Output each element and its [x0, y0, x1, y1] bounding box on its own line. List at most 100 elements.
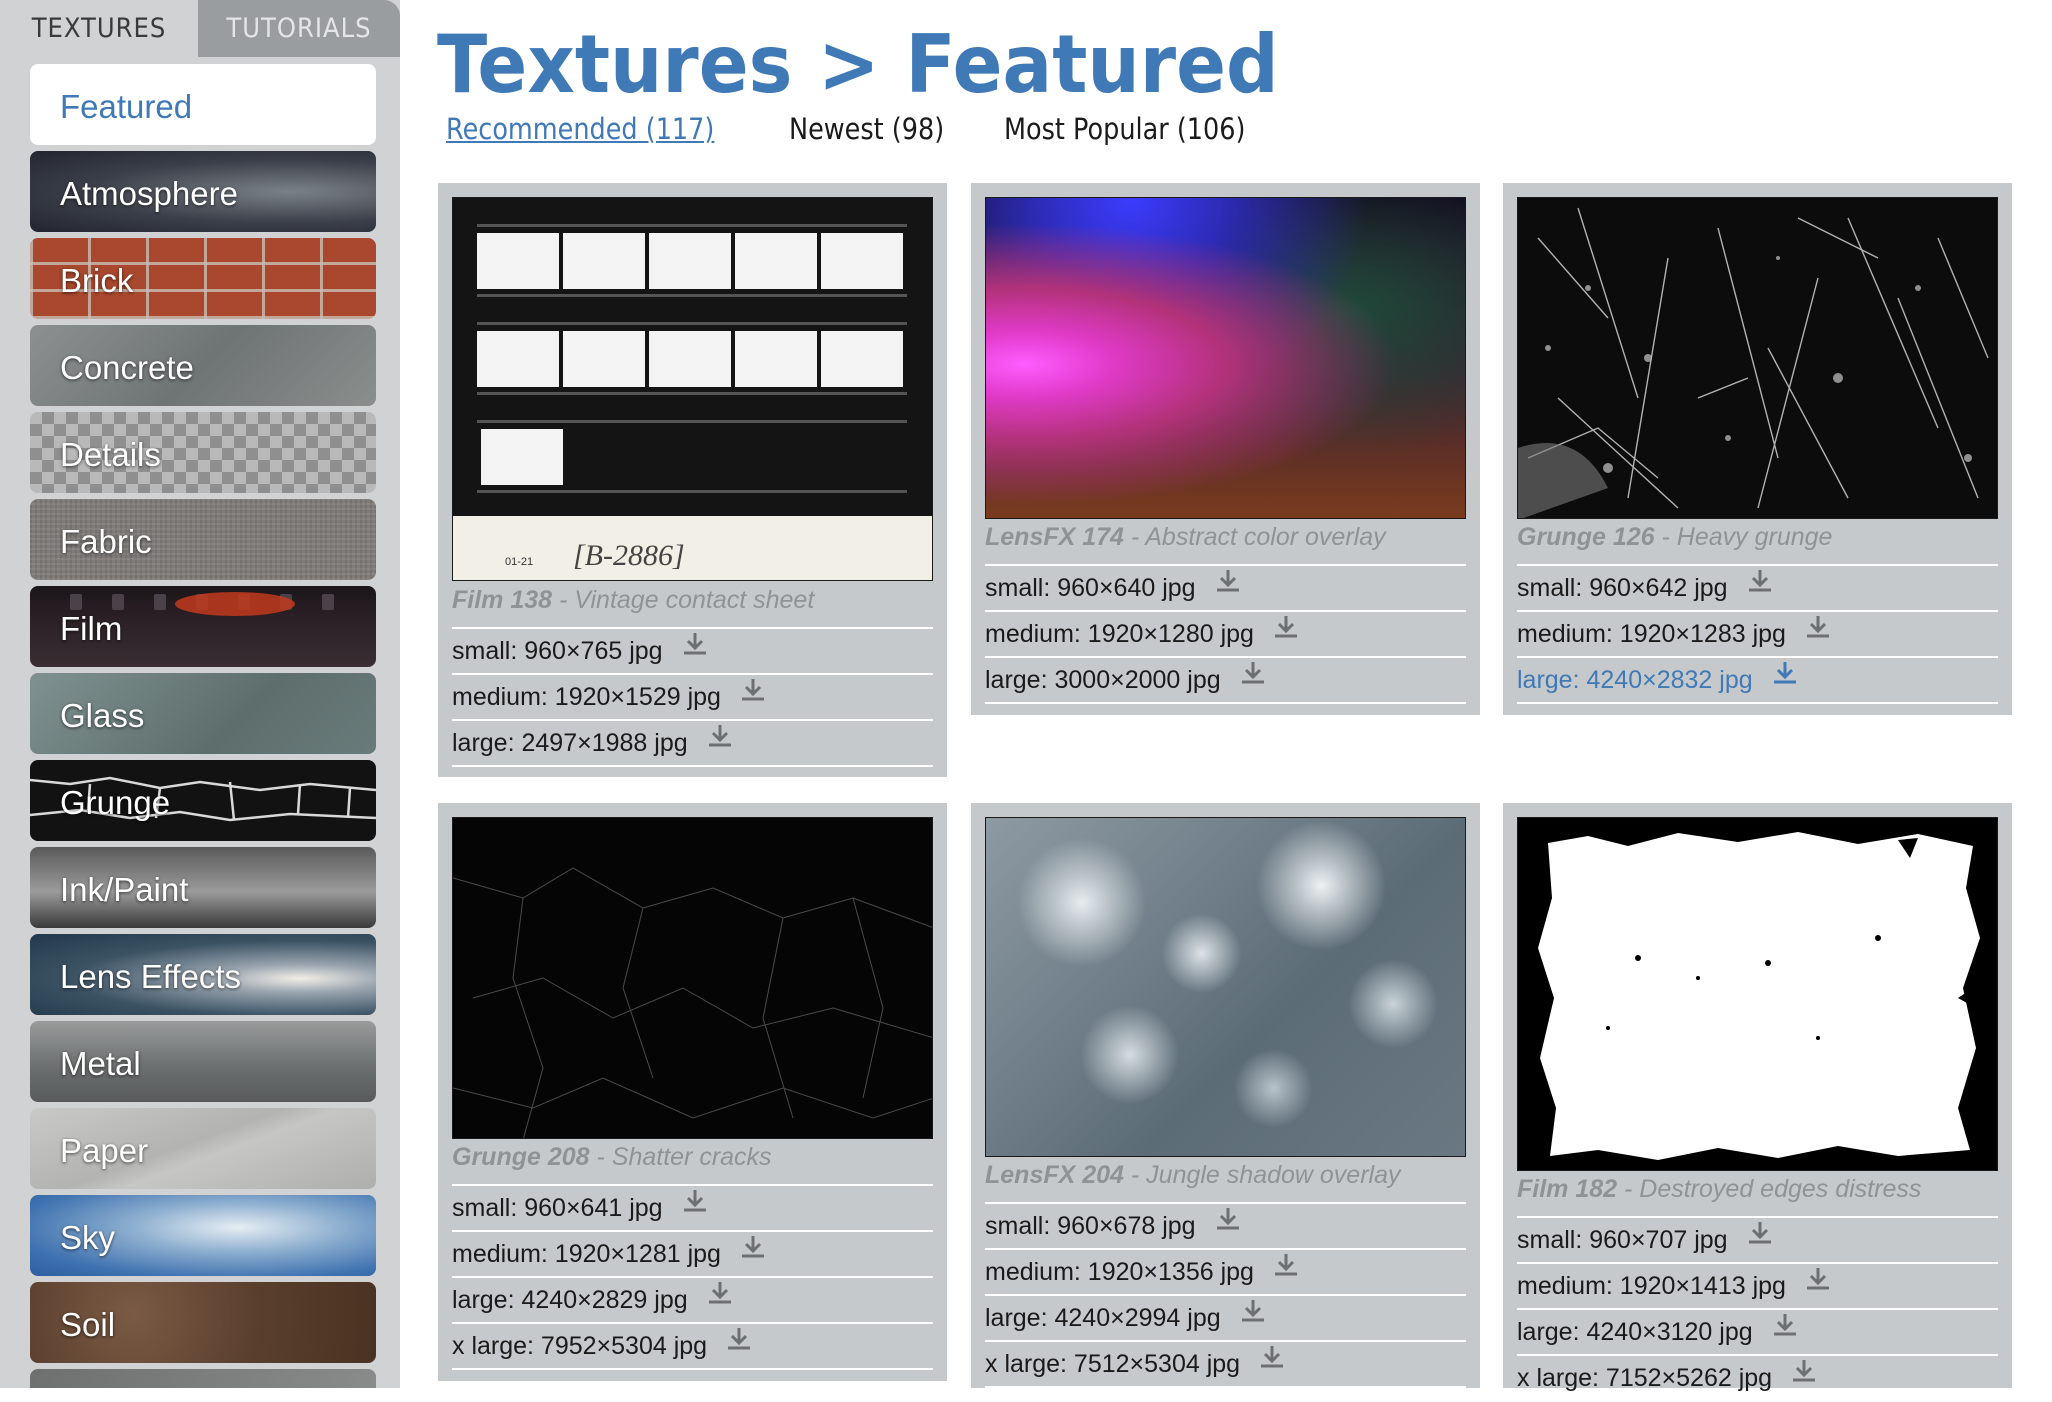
download-label: large: 2497×1988 jpg [452, 729, 688, 757]
download-list: small: 960×707 jpg medium: 1920×1413 jpg… [1517, 1216, 1998, 1402]
download-icon [725, 1322, 753, 1366]
download-xlarge[interactable]: x large: 7512×5304 jpg [985, 1342, 1466, 1388]
tab-most-popular[interactable]: Most Popular (106) [1004, 112, 1245, 146]
download-label: small: 960×642 jpg [1517, 574, 1728, 602]
download-icon [1214, 1202, 1242, 1246]
download-icon [1804, 610, 1832, 654]
download-icon [706, 1276, 734, 1320]
download-large[interactable]: large: 4240×2832 jpg [1517, 658, 1998, 704]
download-large[interactable]: large: 3000×2000 jpg [985, 658, 1466, 704]
sidebar-item-glass[interactable]: Glass [30, 673, 376, 754]
sidebar-item-brick[interactable]: Brick [30, 238, 376, 319]
texture-desc: - Jungle shadow overlay [1123, 1161, 1401, 1189]
texture-thumbnail[interactable] [985, 197, 1466, 519]
sidebar-item-label: Metal [60, 1045, 141, 1082]
texture-name[interactable]: Grunge 208 [452, 1143, 590, 1171]
download-list: small: 960×641 jpg medium: 1920×1281 jpg… [452, 1184, 933, 1370]
download-small[interactable]: small: 960×707 jpg [1517, 1218, 1998, 1264]
sidebar-item-soil[interactable]: Soil [30, 1282, 376, 1363]
sidebar-item-metal[interactable]: Metal [30, 1021, 376, 1102]
sidebar-item-lens-effects[interactable]: Lens Effects [30, 934, 376, 1015]
texture-name[interactable]: Film 182 [1517, 1175, 1617, 1203]
texture-desc: - Heavy grunge [1654, 523, 1833, 551]
texture-name[interactable]: Film 138 [452, 586, 552, 614]
download-large[interactable]: large: 4240×2994 jpg [985, 1296, 1466, 1342]
texture-card: Film 182 - Destroyed edges distress smal… [1503, 803, 2012, 1402]
texture-card: LensFX 174 - Abstract color overlay smal… [971, 183, 1480, 715]
download-icon [1239, 656, 1267, 700]
texture-caption: LensFX 174 - Abstract color overlay [985, 523, 1466, 552]
download-icon [1214, 564, 1242, 608]
sidebar-item-paper[interactable]: Paper [30, 1108, 376, 1189]
texture-desc: - Abstract color overlay [1123, 523, 1386, 551]
sidebar-item-atmosphere[interactable]: Atmosphere [30, 151, 376, 232]
sidebar-item-film[interactable]: Film [30, 586, 376, 667]
sidebar-item-concrete[interactable]: Concrete [30, 325, 376, 406]
download-small[interactable]: small: 960×642 jpg [1517, 566, 1998, 612]
download-medium[interactable]: medium: 1920×1281 jpg [452, 1232, 933, 1278]
download-list: small: 960×642 jpg medium: 1920×1283 jpg… [1517, 564, 1998, 704]
texture-desc: - Destroyed edges distress [1617, 1175, 1922, 1203]
sidebar-item-label: Featured [60, 88, 193, 125]
download-icon [739, 1230, 767, 1274]
texture-card: Grunge 208 - Shatter cracks small: 960×6… [438, 803, 947, 1381]
download-label: large: 4240×2829 jpg [452, 1286, 688, 1314]
tab-tutorials[interactable]: TUTORIALS [198, 0, 400, 57]
download-label: medium: 1920×1283 jpg [1517, 620, 1786, 648]
download-xlarge[interactable]: x large: 7152×5262 jpg [1517, 1356, 1998, 1402]
download-label: small: 960×641 jpg [452, 1194, 663, 1222]
texture-thumbnail[interactable]: 01-21 [B-2886] [452, 197, 933, 581]
sidebar-item-grunge[interactable]: Grunge [30, 760, 376, 841]
grunge-image [1518, 198, 1997, 518]
download-small[interactable]: small: 960×765 jpg [452, 629, 933, 675]
sidebar-item-label: Atmosphere [60, 175, 238, 212]
download-medium[interactable]: medium: 1920×1283 jpg [1517, 612, 1998, 658]
texture-thumbnail[interactable] [1517, 817, 1998, 1171]
download-icon [1239, 1294, 1267, 1338]
sidebar: TEXTURES TUTORIALS Featured Atmosphere B… [0, 0, 400, 1388]
download-large[interactable]: large: 4240×3120 jpg [1517, 1310, 1998, 1356]
sheet-code: [B-2886] [573, 539, 685, 572]
sidebar-item-featured[interactable]: Featured [30, 64, 376, 145]
texture-name[interactable]: LensFX 174 [985, 523, 1124, 551]
sidebar-item-details[interactable]: Details [30, 412, 376, 493]
texture-thumbnail[interactable] [1517, 197, 1998, 519]
texture-name[interactable]: LensFX 204 [985, 1161, 1124, 1189]
sidebar-item-fabric[interactable]: Fabric [30, 499, 376, 580]
download-label: large: 4240×2832 jpg [1517, 666, 1753, 694]
download-medium[interactable]: medium: 1920×1413 jpg [1517, 1264, 1998, 1310]
download-icon [706, 719, 734, 763]
download-icon [1746, 1216, 1774, 1260]
download-medium[interactable]: medium: 1920×1356 jpg [985, 1250, 1466, 1296]
tab-textures[interactable]: TEXTURES [0, 0, 198, 57]
download-icon [681, 1184, 709, 1228]
texture-thumbnail[interactable] [985, 817, 1466, 1157]
download-icon [1804, 1262, 1832, 1306]
texture-name[interactable]: Grunge 126 [1517, 523, 1655, 551]
download-small[interactable]: small: 960×640 jpg [985, 566, 1466, 612]
sidebar-item-partial[interactable] [30, 1369, 376, 1388]
download-small[interactable]: small: 960×641 jpg [452, 1186, 933, 1232]
download-label: small: 960×707 jpg [1517, 1226, 1728, 1254]
download-icon [1258, 1340, 1286, 1384]
texture-caption: LensFX 204 - Jungle shadow overlay [985, 1161, 1466, 1190]
tab-newest[interactable]: Newest (98) [789, 112, 944, 146]
download-medium[interactable]: medium: 1920×1529 jpg [452, 675, 933, 721]
download-large[interactable]: large: 2497×1988 jpg [452, 721, 933, 767]
sidebar-item-label: Paper [60, 1132, 149, 1169]
download-medium[interactable]: medium: 1920×1280 jpg [985, 612, 1466, 658]
download-list: small: 960×678 jpg medium: 1920×1356 jpg… [985, 1202, 1466, 1388]
texture-caption: Grunge 208 - Shatter cracks [452, 1143, 933, 1172]
download-xlarge[interactable]: x large: 7952×5304 jpg [452, 1324, 933, 1370]
sidebar-item-ink-paint[interactable]: Ink/Paint [30, 847, 376, 928]
texture-desc: - Shatter cracks [589, 1143, 772, 1171]
texture-card: Grunge 126 - Heavy grunge small: 960×642… [1503, 183, 2012, 715]
download-large[interactable]: large: 4240×2829 jpg [452, 1278, 933, 1324]
sidebar-item-sky[interactable]: Sky [30, 1195, 376, 1276]
texture-desc: - Vintage contact sheet [552, 586, 815, 614]
cracks-image [453, 818, 932, 1138]
texture-thumbnail[interactable] [452, 817, 933, 1139]
download-small[interactable]: small: 960×678 jpg [985, 1204, 1466, 1250]
contact-sheet-image: 01-21 [B-2886] [453, 198, 932, 580]
tab-recommended[interactable]: Recommended (117) [446, 112, 714, 146]
